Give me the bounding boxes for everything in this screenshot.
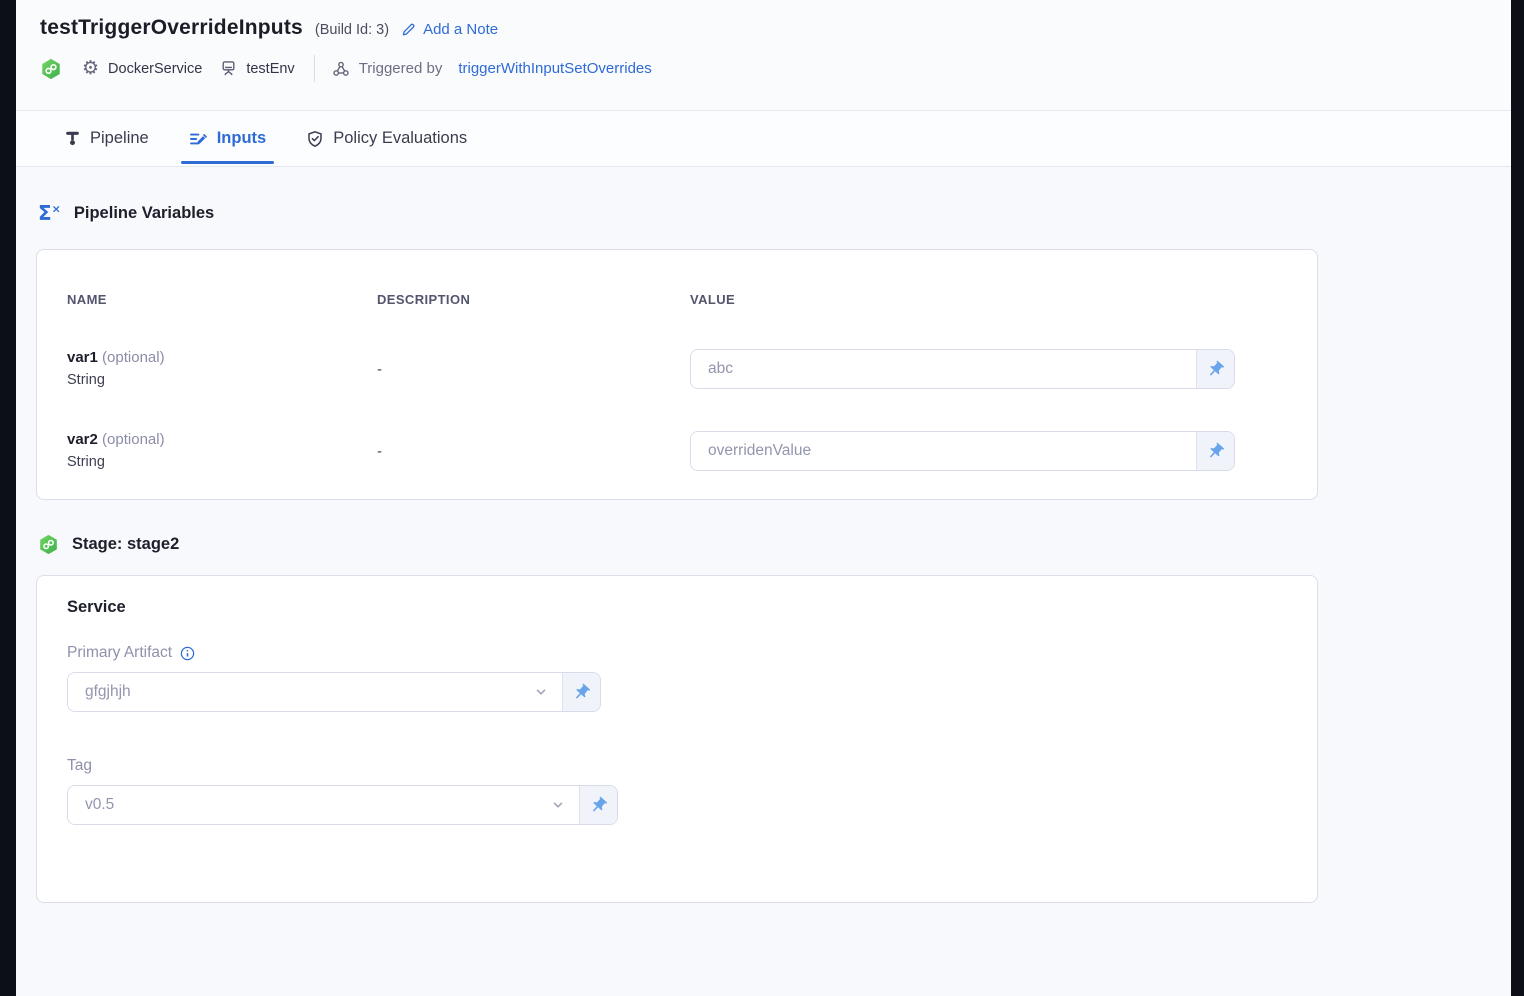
trigger-meta: Triggered by triggerWithInputSetOverride… xyxy=(332,60,652,78)
add-note-label: Add a Note xyxy=(423,21,498,38)
pin-button[interactable] xyxy=(563,673,600,711)
right-dark-edge xyxy=(1511,0,1524,996)
pin-button[interactable] xyxy=(1197,350,1234,388)
shield-check-icon xyxy=(306,130,324,148)
pin-icon xyxy=(589,796,608,815)
add-note-link[interactable]: Add a Note xyxy=(401,19,498,38)
input-value-text: overridenValue xyxy=(708,442,811,460)
environment-name-label: testEnv xyxy=(246,61,294,77)
vertical-divider xyxy=(314,55,315,82)
pin-icon xyxy=(572,683,591,702)
primary-artifact-dropdown[interactable]: gfgjhjh xyxy=(67,672,601,712)
left-dark-edge xyxy=(0,0,16,996)
input-value-text: abc xyxy=(708,360,733,378)
triggered-by-label: Triggered by xyxy=(359,60,443,77)
variable-description: - xyxy=(377,349,690,389)
column-header-name: NAME xyxy=(67,292,377,307)
pin-icon xyxy=(1206,442,1225,461)
pipeline-icon xyxy=(64,130,81,147)
section-title: Pipeline Variables xyxy=(74,204,214,223)
variable-value-cell: abc xyxy=(690,349,1287,389)
variable-optional-label: (optional) xyxy=(102,431,165,448)
execution-header: testTriggerOverrideInputs (Build Id: 3) … xyxy=(16,0,1511,110)
pin-button[interactable] xyxy=(1197,432,1234,470)
execution-tab-bar: Pipeline Inputs xyxy=(16,110,1511,167)
pipeline-variables-heading: Σ× Pipeline Variables xyxy=(38,203,1491,223)
chevron-down-icon xyxy=(534,685,548,699)
column-header-description: DESCRIPTION xyxy=(377,292,690,307)
tab-inputs[interactable]: Inputs xyxy=(183,111,273,166)
variable-description: - xyxy=(377,431,690,471)
variable-value-cell: overridenValue xyxy=(690,431,1287,471)
variables-table: NAME DESCRIPTION VALUE var1 (optional) S… xyxy=(67,292,1287,471)
info-icon[interactable] xyxy=(180,646,195,661)
meta-row: ⚙ DockerService xyxy=(40,55,1487,82)
page-title: testTriggerOverrideInputs xyxy=(40,16,303,40)
service-card: Service Primary Artifact gfgjhjh xyxy=(36,575,1318,903)
pipeline-variables-card: NAME DESCRIPTION VALUE var1 (optional) S… xyxy=(36,249,1318,500)
inputs-tab-content: Σ× Pipeline Variables NAME DESCRIPTION V… xyxy=(16,203,1511,903)
primary-artifact-label-row: Primary Artifact xyxy=(67,644,1287,662)
variable-name: var1 xyxy=(67,349,98,366)
inputs-edit-icon xyxy=(189,130,208,148)
primary-artifact-label: Primary Artifact xyxy=(67,644,172,662)
variable-row-name: var1 (optional) String xyxy=(67,349,377,388)
build-id-label: (Build Id: 3) xyxy=(315,19,389,38)
variable-optional-label: (optional) xyxy=(102,349,165,366)
service-meta: ⚙ DockerService xyxy=(82,59,202,78)
environment-meta: testEnv xyxy=(220,60,294,77)
service-name-label: DockerService xyxy=(108,61,202,77)
var2-value-input[interactable]: overridenValue xyxy=(690,431,1235,471)
sigma-variables-icon: Σ× xyxy=(38,203,61,223)
service-section-title: Service xyxy=(67,598,1287,617)
title-row: testTriggerOverrideInputs (Build Id: 3) … xyxy=(40,16,1487,40)
pin-icon xyxy=(1206,360,1225,379)
chevron-down-icon xyxy=(551,798,565,812)
dropdown-value-text: v0.5 xyxy=(85,796,114,814)
variable-row-name: var2 (optional) String xyxy=(67,431,377,470)
environment-icon xyxy=(220,60,237,77)
pin-button[interactable] xyxy=(580,786,617,824)
stage-heading: Stage: stage2 xyxy=(38,534,1491,555)
tab-label: Policy Evaluations xyxy=(333,129,467,148)
column-header-value: VALUE xyxy=(690,292,1287,307)
tag-label-row: Tag xyxy=(67,757,1287,775)
stage-title: Stage: stage2 xyxy=(72,535,179,554)
dropdown-value-text: gfgjhjh xyxy=(85,683,131,701)
variable-name: var2 xyxy=(67,431,98,448)
gear-icon: ⚙ xyxy=(82,59,99,78)
tab-policy-evaluations[interactable]: Policy Evaluations xyxy=(300,111,473,166)
variable-type: String xyxy=(67,372,377,388)
tag-label: Tag xyxy=(67,757,92,775)
variable-type: String xyxy=(67,454,377,470)
execution-page: testTriggerOverrideInputs (Build Id: 3) … xyxy=(16,0,1511,996)
pencil-icon xyxy=(401,22,416,37)
trigger-webhook-icon xyxy=(332,60,350,78)
tag-dropdown[interactable]: v0.5 xyxy=(67,785,618,825)
cd-stage-icon xyxy=(40,58,62,80)
stage-cd-icon xyxy=(38,534,59,555)
tab-pipeline[interactable]: Pipeline xyxy=(58,111,155,166)
screenshot-canvas: testTriggerOverrideInputs (Build Id: 3) … xyxy=(0,0,1524,996)
tab-label: Inputs xyxy=(217,129,267,148)
var1-value-input[interactable]: abc xyxy=(690,349,1235,389)
trigger-name-link[interactable]: triggerWithInputSetOverrides xyxy=(458,60,651,77)
tab-label: Pipeline xyxy=(90,129,149,148)
